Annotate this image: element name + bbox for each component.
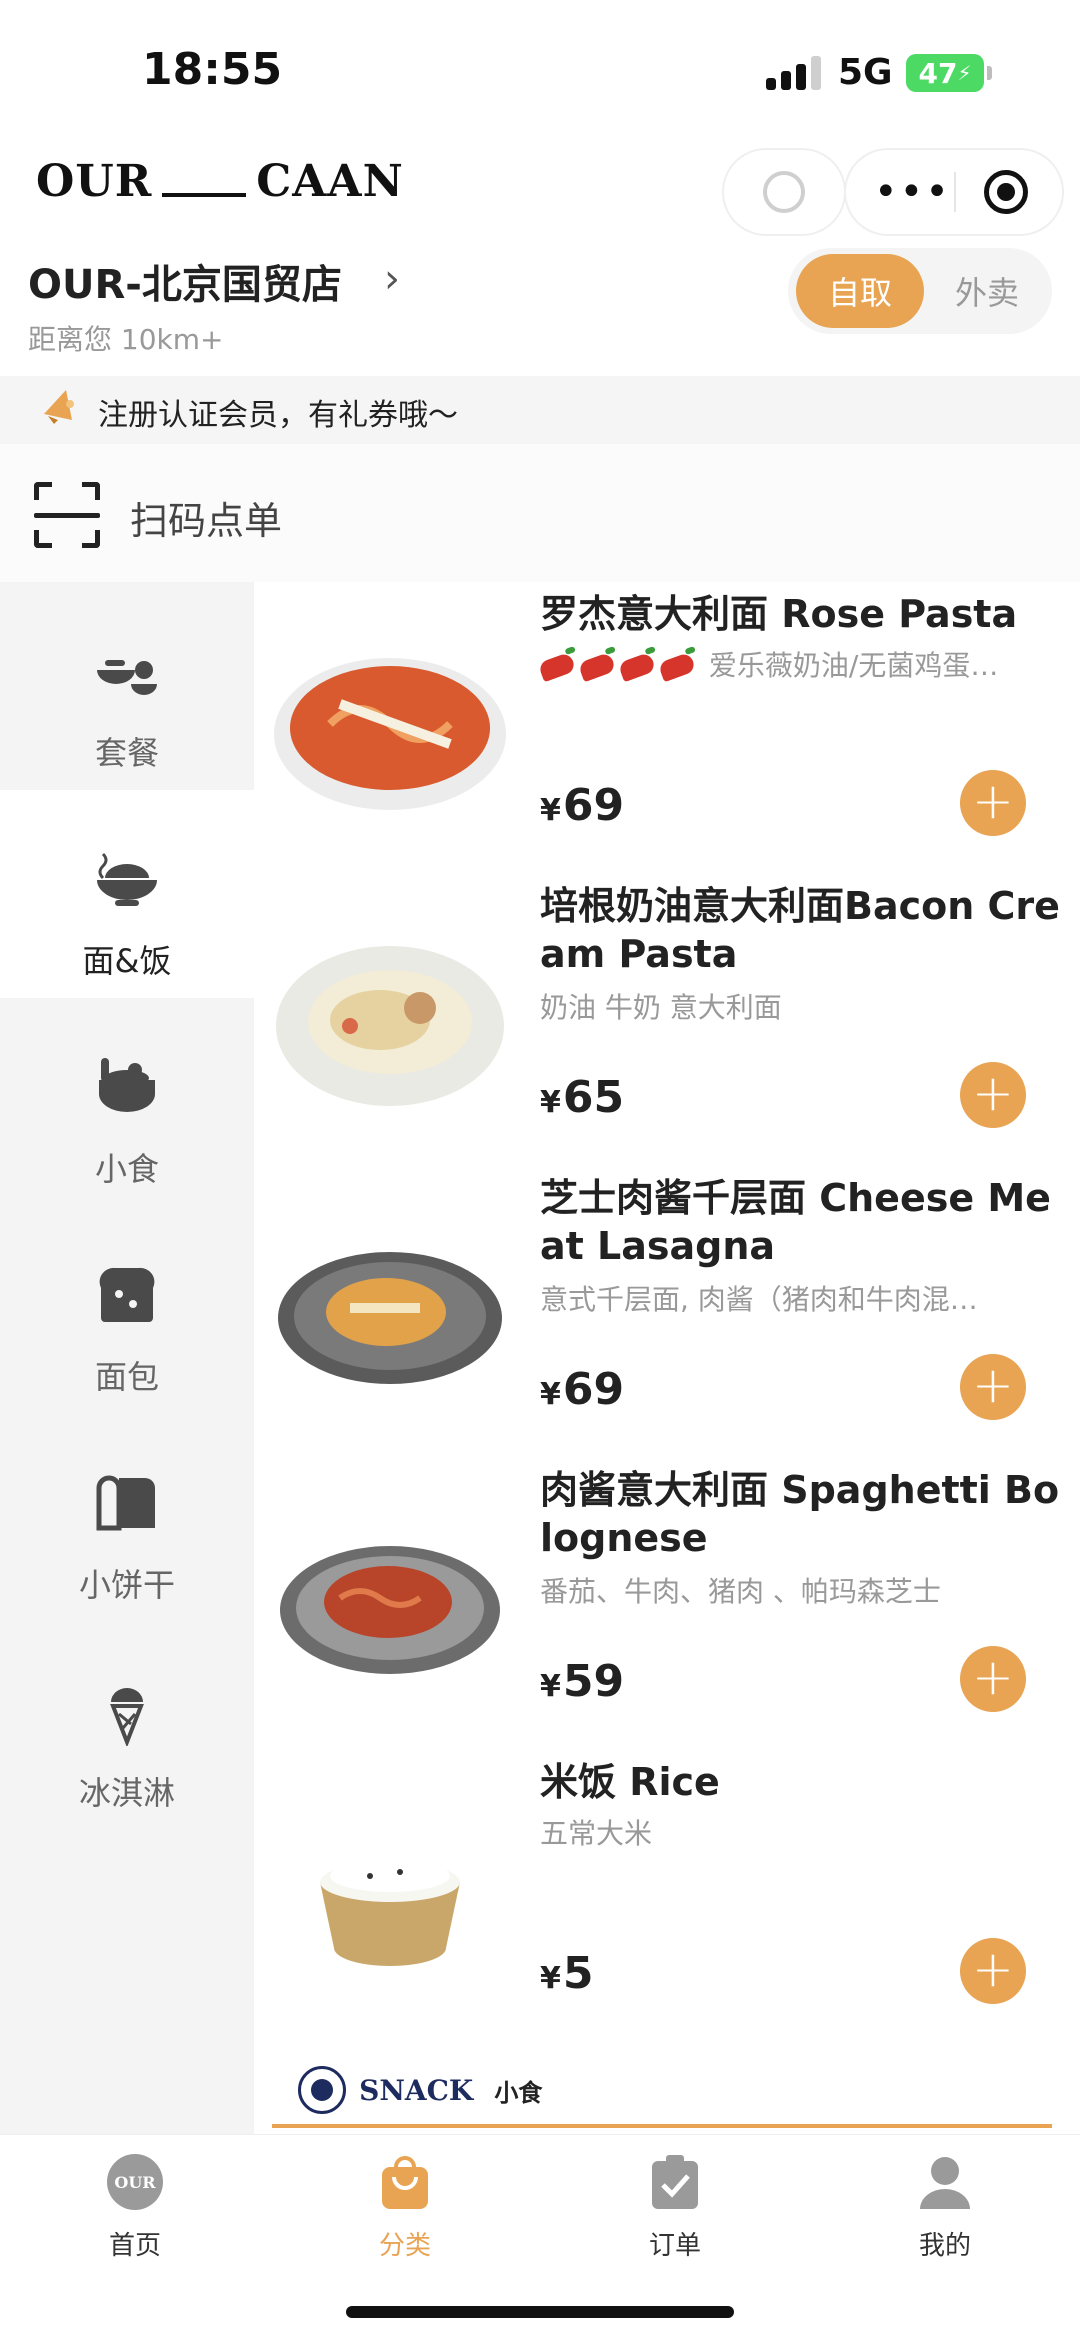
store-name[interactable]: OUR-北京国贸店: [28, 252, 342, 310]
product-desc: 奶油 牛奶 意大利面: [540, 991, 782, 1024]
product-title: 培根奶油意大利面Bacon Cream Pasta: [540, 884, 1060, 976]
product-card[interactable]: 米饭 Rice 五常大米 ¥5 +: [270, 1752, 1080, 2042]
status-bar: 18:55 5G 47 ⚡: [0, 0, 1080, 140]
chevron-right-icon[interactable]: ›: [384, 256, 400, 302]
brand-logo: OUR CAAN: [36, 156, 404, 207]
home-indicator: [346, 2306, 734, 2318]
snack-icon: [91, 1050, 163, 1122]
product-card[interactable]: 芝士肉酱千层面 Cheese Meat Lasagna 意式千层面, 肉酱（猪肉…: [270, 1168, 1080, 1458]
tab-category[interactable]: 分类: [270, 2153, 540, 2262]
ice-cream-icon: [91, 1674, 163, 1748]
set-meal-icon: [91, 634, 163, 706]
svg-text:OUR: OUR: [114, 2173, 156, 2192]
user-icon: [916, 2153, 974, 2211]
chili-icon: [577, 651, 617, 683]
add-to-cart-button[interactable]: +: [960, 1062, 1026, 1128]
bread-icon: [91, 1258, 163, 1330]
battery-level: 47: [918, 56, 958, 90]
section-title: SNACK: [359, 2073, 474, 2107]
noodle-bowl-icon: [91, 842, 163, 914]
product-card[interactable]: 培根奶油意大利面Bacon Cream Pasta 奶油 牛奶 意大利面 ¥65…: [270, 876, 1080, 1166]
product-card[interactable]: 罗杰意大利面 Rose Pasta 爱乐薇奶油/无菌鸡蛋… ¥69 +: [270, 584, 1080, 874]
category-snack[interactable]: 小食: [0, 998, 254, 1206]
section-subtitle: 小食: [494, 2078, 543, 2107]
close-miniapp-icon[interactable]: [984, 170, 1028, 214]
megaphone-icon: [40, 384, 80, 438]
search-icon: [763, 171, 805, 213]
product-desc: 五常大米: [540, 1817, 653, 1850]
scan-label: 扫码点单: [130, 499, 283, 543]
product-desc: 爱乐薇奶油/无菌鸡蛋…: [540, 644, 1060, 684]
category-set-meal[interactable]: 套餐: [0, 582, 254, 790]
category-ice-cream[interactable]: 冰淇淋: [0, 1622, 254, 1830]
scan-icon: [34, 482, 100, 548]
chili-icon: [617, 651, 657, 683]
product-image: [270, 1480, 510, 1720]
clipboard-check-icon: [646, 2153, 704, 2211]
add-to-cart-button[interactable]: +: [960, 770, 1026, 836]
tab-home[interactable]: OUR 首页: [0, 2153, 270, 2262]
product-image: [270, 604, 510, 844]
product-price: ¥69: [540, 780, 625, 831]
section-header-snack: SNACK 小食: [298, 2066, 542, 2114]
store-distance: 距离您 10km+: [28, 323, 224, 356]
product-price: ¥59: [540, 1656, 625, 1707]
home-logo-icon: OUR: [106, 2153, 164, 2211]
add-to-cart-button[interactable]: +: [960, 1354, 1026, 1420]
tab-orders[interactable]: 订单: [540, 2153, 810, 2262]
category-sidebar: 套餐 面&饭 小食 面包 小饼干 冰淇淋: [0, 582, 254, 2134]
search-button[interactable]: [724, 150, 844, 234]
shopping-bag-icon: [376, 2153, 434, 2211]
category-noodle-rice[interactable]: 面&饭: [0, 790, 254, 998]
tab-profile[interactable]: 我的: [810, 2153, 1080, 2262]
network-type: 5G: [838, 52, 893, 93]
miniapp-capsule: •••: [846, 150, 1062, 234]
battery-icon: 47 ⚡: [906, 54, 992, 92]
status-time: 18:55: [142, 44, 283, 95]
add-to-cart-button[interactable]: +: [960, 1938, 1026, 2004]
more-icon[interactable]: •••: [874, 172, 951, 212]
product-image: [270, 1188, 510, 1428]
chili-icon: [657, 651, 697, 683]
delivery-button[interactable]: 外卖: [928, 254, 1046, 328]
product-image: [270, 896, 510, 1136]
signal-icon: [766, 56, 822, 90]
product-price: ¥65: [540, 1072, 625, 1123]
product-image: [270, 1772, 510, 2012]
category-bread[interactable]: 面包: [0, 1206, 254, 1414]
section-divider: [272, 2124, 1052, 2128]
product-price: ¥69: [540, 1364, 625, 1415]
cookie-icon: [91, 1466, 163, 1538]
notice-banner[interactable]: 注册认证会员，有礼券哦～: [0, 376, 1080, 444]
product-desc: 番茄、牛肉、猪肉 、帕玛森芝士: [540, 1575, 941, 1608]
product-title: 芝士肉酱千层面 Cheese Meat Lasagna: [540, 1176, 1051, 1268]
chili-icon: [540, 651, 577, 683]
product-title: 罗杰意大利面 Rose Pasta: [540, 592, 1018, 636]
product-title: 肉酱意大利面 Spaghetti Bolognese: [540, 1468, 1060, 1560]
scan-order-bar[interactable]: 扫码点单: [0, 444, 1080, 582]
product-title: 米饭 Rice: [540, 1760, 720, 1804]
product-price: ¥5: [540, 1948, 594, 1999]
brand-badge-icon: [298, 2066, 346, 2114]
order-mode-toggle: 自取 外卖: [788, 248, 1052, 334]
pickup-button[interactable]: 自取: [796, 254, 924, 328]
add-to-cart-button[interactable]: +: [960, 1646, 1026, 1712]
product-card[interactable]: 肉酱意大利面 Spaghetti Bolognese 番茄、牛肉、猪肉 、帕玛森…: [270, 1460, 1080, 1750]
notice-text: 注册认证会员，有礼券哦～: [98, 398, 458, 433]
product-desc: 意式千层面, 肉酱（猪肉和牛肉混…: [540, 1283, 978, 1316]
category-cookie[interactable]: 小饼干: [0, 1414, 254, 1622]
